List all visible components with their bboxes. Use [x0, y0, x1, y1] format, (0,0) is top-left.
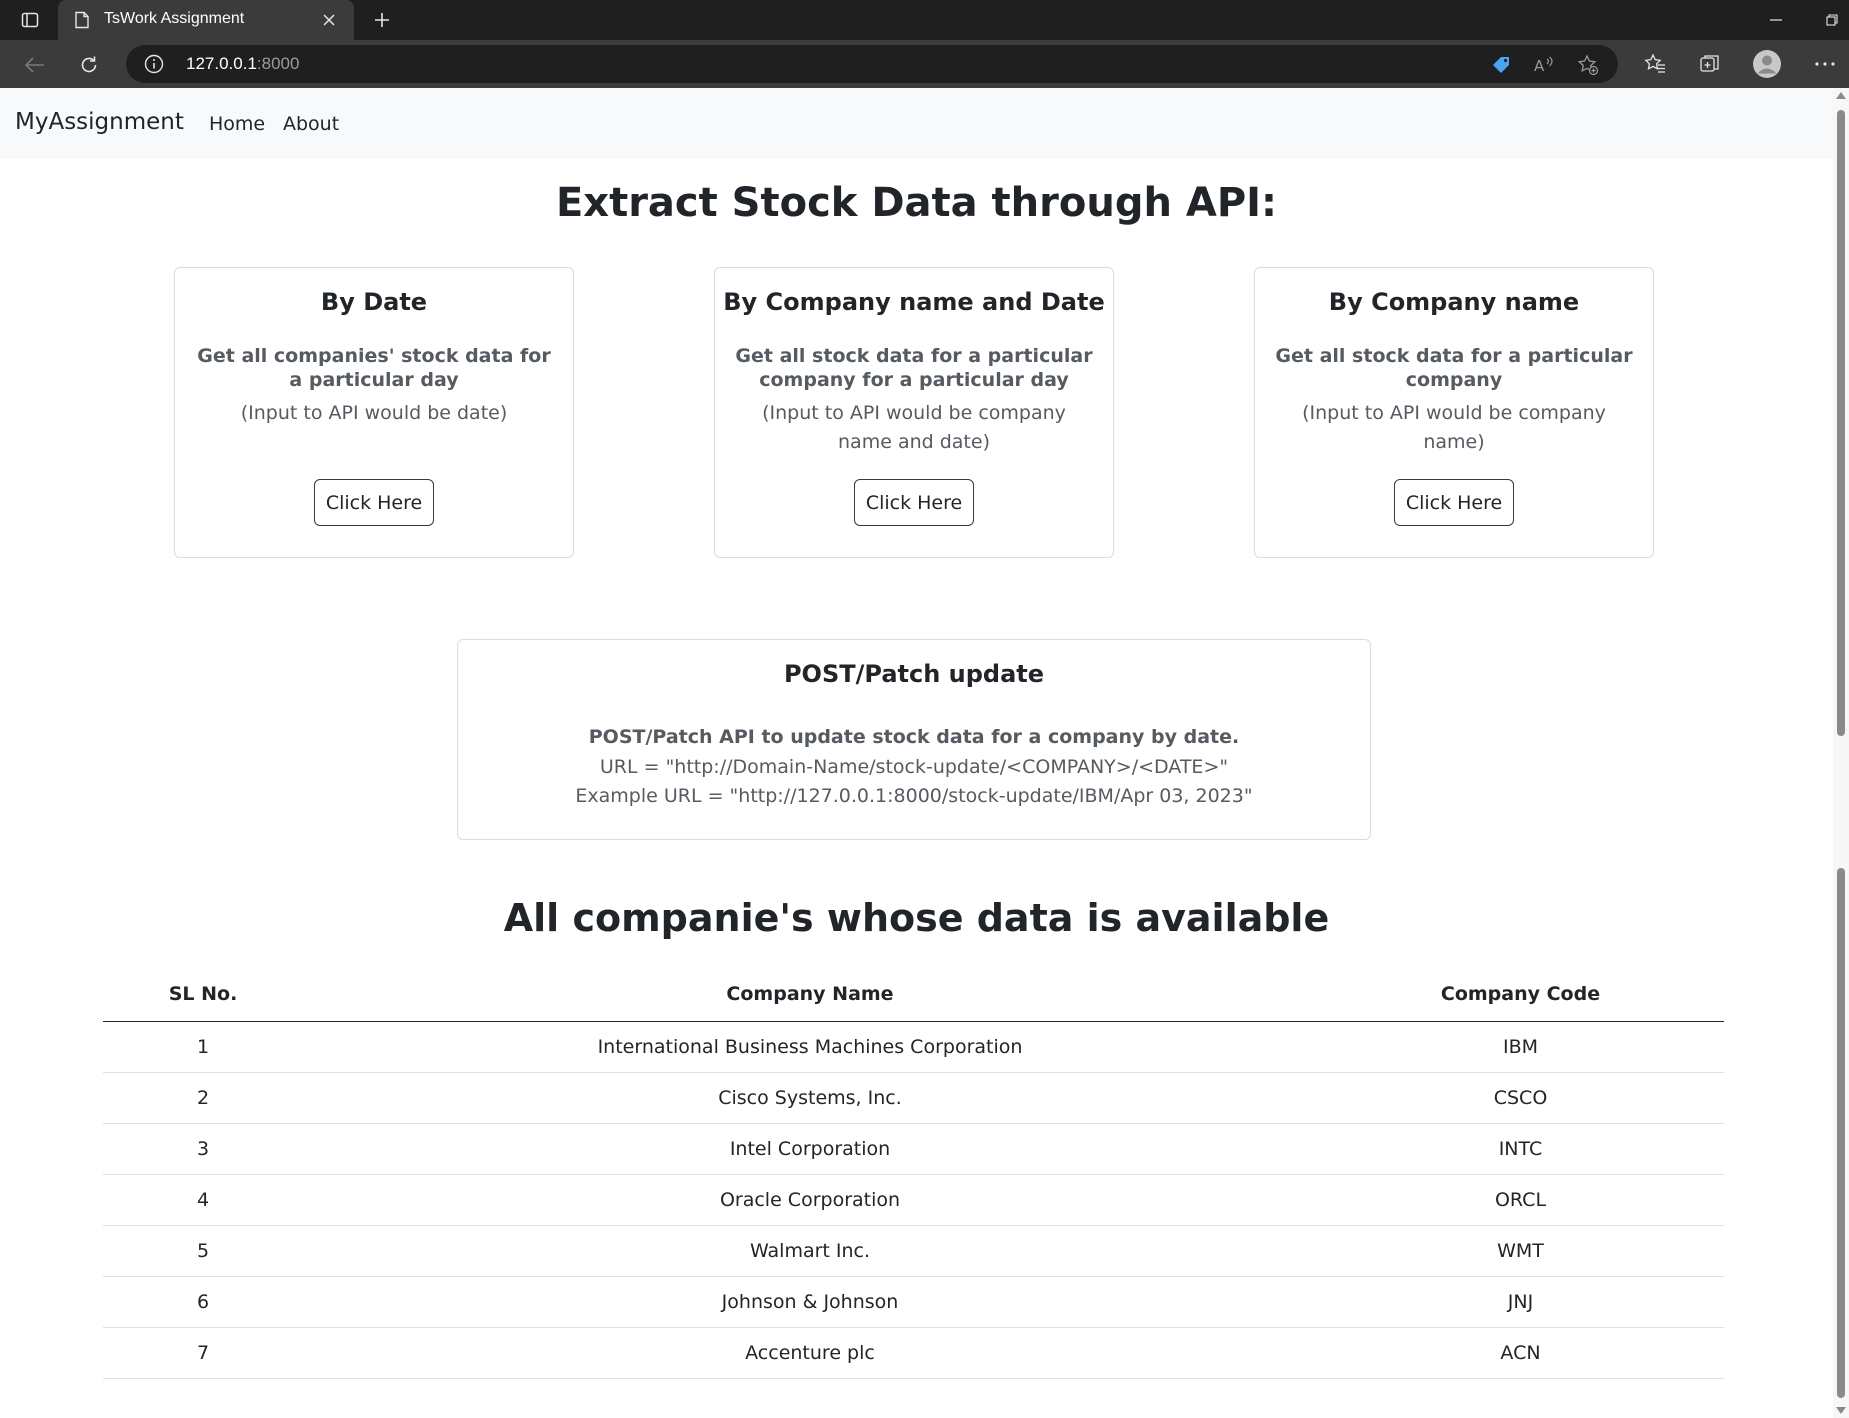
card-description: Get all stock data for a particular comp…	[1275, 345, 1633, 391]
sl-no-cell: 3	[196, 1138, 210, 1160]
company-code-cell: INTC	[1498, 1138, 1543, 1160]
site-navbar: MyAssignment Home About	[0, 88, 1833, 159]
company-name-cell: Oracle Corporation	[719, 1189, 901, 1211]
company-code-cell: CSCO	[1493, 1087, 1548, 1109]
tab-title: TsWork Assignment	[104, 10, 245, 27]
page-title: Extract Stock Data through API:	[555, 180, 1278, 226]
company-code-cell: ORCL	[1494, 1189, 1547, 1211]
page-icon	[74, 11, 90, 33]
card-title: By Company name and Date	[723, 288, 1105, 316]
table-row: 1 International Business Machines Corpor…	[103, 1022, 1724, 1073]
browser-tab-active[interactable]: TsWork Assignment	[58, 0, 354, 40]
profile-avatar-icon[interactable]	[1752, 49, 1782, 79]
card-title: By Company name	[1328, 288, 1580, 316]
favorites-icon[interactable]	[1640, 49, 1670, 79]
minimize-icon[interactable]	[1762, 6, 1790, 34]
scroll-down-arrow-icon[interactable]	[1836, 1407, 1846, 1414]
table-row: 4 Oracle Corporation ORCL	[103, 1175, 1724, 1226]
svg-text:A: A	[1534, 57, 1545, 75]
table-row: 5 Walmart Inc. WMT	[103, 1226, 1724, 1277]
back-arrow-icon[interactable]	[20, 50, 50, 80]
card-by-company-and-date: By Company name and Date Get all stock d…	[714, 267, 1114, 558]
scrollbar-thumb[interactable]	[1837, 110, 1845, 736]
scrollbar-thumb-lower[interactable]	[1837, 868, 1845, 1398]
company-code-cell: ACN	[1500, 1342, 1541, 1364]
by-date-click-here-button[interactable]: Click Here	[314, 479, 434, 526]
collections-icon[interactable]	[1695, 49, 1725, 79]
column-header-company-code: Company Code	[1440, 982, 1601, 1005]
table-row: 2 Cisco Systems, Inc. CSCO	[103, 1073, 1724, 1124]
card-by-company: By Company name Get all stock data for a…	[1254, 267, 1654, 558]
company-name-cell: Accenture plc	[745, 1342, 875, 1364]
sl-no-cell: 6	[196, 1291, 210, 1313]
scroll-up-arrow-icon[interactable]	[1836, 92, 1846, 99]
navbar-brand[interactable]: MyAssignment	[15, 109, 184, 135]
card-note: (Input to API would be date)	[240, 402, 508, 424]
company-code-cell: IBM	[1502, 1036, 1539, 1058]
site-info-icon[interactable]	[144, 54, 164, 78]
table-row: 6 Johnson & Johnson JNJ	[103, 1277, 1724, 1328]
vertical-scrollbar[interactable]	[1833, 88, 1849, 1418]
sl-no-cell: 1	[196, 1036, 210, 1058]
company-name-cell: Walmart Inc.	[749, 1240, 871, 1262]
companies-table: SL No. Company Name Company Code 1 Inter…	[103, 966, 1724, 1379]
read-aloud-icon[interactable]: A	[1533, 54, 1555, 76]
column-header-sl-no: SL No.	[168, 982, 238, 1005]
sl-no-cell: 2	[196, 1087, 210, 1109]
url-port: :8000	[256, 54, 300, 73]
card-post-patch-update: POST/Patch update POST/Patch API to upda…	[457, 639, 1371, 840]
by-company-click-here-button[interactable]: Click Here	[1394, 479, 1514, 526]
card-title: By Date	[320, 288, 428, 316]
browser-tab-bar: TsWork Assignment	[0, 0, 1849, 40]
card-note: (Input to API would be company name)	[1302, 402, 1606, 453]
restore-icon[interactable]	[1818, 6, 1846, 34]
companies-heading: All companie's whose data is available	[503, 896, 1330, 940]
company-name-cell: Cisco Systems, Inc.	[718, 1087, 902, 1109]
url-text: 127.0.0.1:8000	[186, 54, 299, 74]
card-title: POST/Patch update	[783, 660, 1045, 688]
table-header-row: SL No. Company Name Company Code	[103, 966, 1724, 1022]
nav-link-about[interactable]: About	[283, 113, 339, 135]
company-name-cell: International Business Machines Corporat…	[597, 1036, 1023, 1058]
close-tab-icon[interactable]	[318, 9, 340, 31]
example-url-text: Example URL = "http://127.0.0.1:8000/sto…	[575, 785, 1253, 807]
add-favorite-icon[interactable]	[1577, 54, 1599, 76]
coupon-tag-icon[interactable]	[1490, 54, 1512, 76]
card-by-date: By Date Get all companies' stock data fo…	[174, 267, 574, 558]
company-code-cell: JNJ	[1507, 1291, 1534, 1313]
sl-no-cell: 4	[196, 1189, 210, 1211]
page-viewport: MyAssignment Home About Extract Stock Da…	[0, 88, 1849, 1418]
address-bar[interactable]: 127.0.0.1:8000 A	[126, 45, 1618, 83]
by-company-date-click-here-button[interactable]: Click Here	[854, 479, 974, 526]
nav-link-home[interactable]: Home	[209, 113, 265, 135]
company-name-cell: Intel Corporation	[729, 1138, 891, 1160]
card-description: POST/Patch API to update stock data for …	[588, 726, 1240, 748]
refresh-icon[interactable]	[74, 50, 104, 80]
url-host: 127.0.0.1	[186, 54, 257, 73]
more-options-icon[interactable]	[1810, 49, 1840, 79]
column-header-company-name: Company Name	[726, 982, 894, 1005]
sl-no-cell: 5	[196, 1240, 210, 1262]
tab-actions-icon[interactable]	[14, 6, 46, 34]
card-description: Get all stock data for a particular comp…	[735, 345, 1093, 391]
sl-no-cell: 7	[196, 1342, 210, 1364]
new-tab-button[interactable]	[368, 6, 396, 34]
browser-toolbar: 127.0.0.1:8000 A	[0, 40, 1849, 88]
table-row: 3 Intel Corporation INTC	[103, 1124, 1724, 1175]
company-name-cell: Johnson & Johnson	[721, 1291, 899, 1313]
table-row: 7 Accenture plc ACN	[103, 1328, 1724, 1379]
url-format-text: URL = "http://Domain-Name/stock-update/<…	[599, 756, 1229, 778]
card-description: Get all companies' stock data for a part…	[197, 345, 551, 391]
card-note: (Input to API would be company name and …	[762, 402, 1066, 453]
company-code-cell: WMT	[1497, 1240, 1544, 1262]
